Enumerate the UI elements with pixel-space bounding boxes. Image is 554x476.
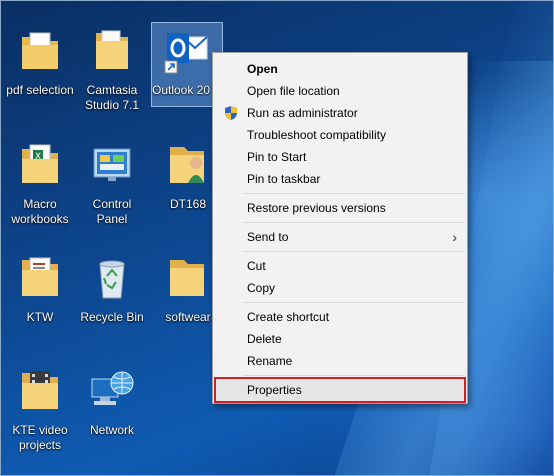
folder-icon — [164, 254, 212, 302]
menu-item-send-to[interactable]: Send to › — [213, 226, 467, 248]
desktop-icon-label: Macro workbooks — [11, 197, 69, 226]
control-panel-icon — [88, 141, 136, 189]
menu-item-create-shortcut[interactable]: Create shortcut — [213, 306, 467, 328]
desktop-icon-ktw[interactable]: KTW — [1, 250, 79, 360]
uac-shield-icon — [223, 105, 239, 121]
context-menu: Open Open file location Run as administr… — [212, 52, 468, 404]
chevron-right-icon: › — [452, 229, 457, 245]
menu-item-rename[interactable]: Rename — [213, 350, 467, 372]
desktop-icon-camtasia[interactable]: Camtasia Studio 7.1 — [73, 23, 151, 133]
menu-item-copy[interactable]: Copy — [213, 277, 467, 299]
film-folder-icon — [16, 367, 64, 415]
folder-icon — [88, 27, 136, 75]
menu-item-properties[interactable]: Properties — [214, 377, 466, 403]
desktop-icon-recycle-bin[interactable]: Recycle Bin — [73, 250, 151, 360]
recycle-bin-icon — [88, 254, 136, 302]
menu-item-label: Send to — [247, 230, 289, 244]
network-icon — [88, 367, 136, 415]
menu-item-pin-to-start[interactable]: Pin to Start — [213, 146, 467, 168]
desktop-icon-label: KTW — [26, 310, 54, 324]
menu-item-pin-to-taskbar[interactable]: Pin to taskbar — [213, 168, 467, 190]
menu-item-open-file-location[interactable]: Open file location — [213, 80, 467, 102]
user-folder-icon — [164, 141, 212, 189]
outlook-icon — [163, 27, 211, 75]
menu-item-open[interactable]: Open — [213, 58, 467, 80]
desktop-icon-control-panel[interactable]: Control Panel — [73, 137, 151, 247]
desktop-icon-label: KTE video projects — [12, 423, 68, 452]
desktop-icon-pdf-selection[interactable]: e pdf selection — [1, 23, 79, 133]
menu-item-run-as-administrator[interactable]: Run as administrator — [213, 102, 467, 124]
menu-item-cut[interactable]: Cut — [213, 255, 467, 277]
desktop-icon-label: pdf selection — [6, 83, 74, 97]
menu-item-delete[interactable]: Delete — [213, 328, 467, 350]
menu-separator — [243, 251, 465, 252]
excel-folder-icon: X — [16, 141, 64, 189]
document-folder-icon — [16, 254, 64, 302]
desktop-icon-kte-video[interactable]: KTE video projects — [1, 363, 79, 473]
desktop-icon-label: Recycle Bin — [80, 310, 144, 324]
menu-separator — [243, 375, 465, 376]
menu-separator — [243, 193, 465, 194]
desktop-icon-label: Camtasia Studio 7.1 — [84, 83, 140, 112]
desktop-icon-label: Network — [89, 423, 134, 437]
desktop-icon-macro-workbooks[interactable]: X Macro workbooks — [1, 137, 79, 247]
desktop-icon-network[interactable]: Network — [73, 363, 151, 473]
menu-item-restore-previous-versions[interactable]: Restore previous versions — [213, 197, 467, 219]
menu-item-troubleshoot-compatibility[interactable]: Troubleshoot compatibility — [213, 124, 467, 146]
menu-separator — [243, 302, 465, 303]
menu-item-label: Run as administrator — [247, 106, 358, 120]
desktop-icon-label: Control Panel — [92, 197, 132, 226]
pdf-folder-icon: e — [16, 27, 64, 75]
desktop[interactable]: e pdf selection Camtasia Studio 7.1 — [0, 0, 554, 476]
menu-separator — [243, 222, 465, 223]
